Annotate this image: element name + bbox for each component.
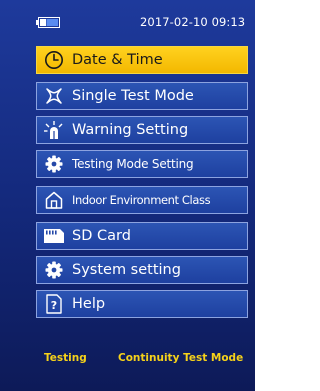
menu-item-label: Single Test Mode xyxy=(72,88,194,104)
menu-item-label: Date & Time xyxy=(72,52,163,68)
single-test-icon xyxy=(43,85,65,107)
sd-card-icon xyxy=(43,225,65,247)
warning-light-icon xyxy=(43,119,65,141)
menu-item-help[interactable]: ? Help xyxy=(36,290,248,318)
datetime-display: 2017-02-10 09:13 xyxy=(140,15,246,29)
menu-item-label: System setting xyxy=(72,262,181,278)
menu-item-date-time[interactable]: Date & Time xyxy=(36,46,248,74)
test-status-text: Testing xyxy=(44,352,87,364)
gear-icon xyxy=(43,259,65,281)
menu-item-system-setting[interactable]: System setting xyxy=(36,256,248,284)
status-bar: 2017-02-10 09:13 xyxy=(0,0,255,36)
svg-text:?: ? xyxy=(51,299,57,312)
menu-item-label: Help xyxy=(72,296,106,312)
menu-item-sd-card[interactable]: SD Card xyxy=(36,222,248,250)
menu-item-indoor-environment-class[interactable]: Indoor Environment Class xyxy=(36,186,248,214)
battery-icon xyxy=(36,17,60,28)
menu-item-testing-mode-setting[interactable]: Testing Mode Setting xyxy=(36,150,248,178)
status-footer: Testing Continuity Test Mode xyxy=(0,350,255,370)
menu-item-label: Indoor Environment Class xyxy=(72,193,211,207)
house-icon xyxy=(43,189,65,211)
menu-item-label: Testing Mode Setting xyxy=(72,157,194,171)
menu-item-label: Warning Setting xyxy=(72,122,189,138)
help-icon: ? xyxy=(43,293,65,315)
test-mode-text: Continuity Test Mode xyxy=(118,352,244,364)
device-screen: 2017-02-10 09:13 Date & Time Single Test… xyxy=(0,0,255,391)
menu-item-warning-setting[interactable]: Warning Setting xyxy=(36,116,248,144)
menu-item-single-test-mode[interactable]: Single Test Mode xyxy=(36,82,248,110)
menu-item-label: SD Card xyxy=(72,228,131,244)
clock-icon xyxy=(43,49,65,71)
gear-icon xyxy=(43,153,65,175)
